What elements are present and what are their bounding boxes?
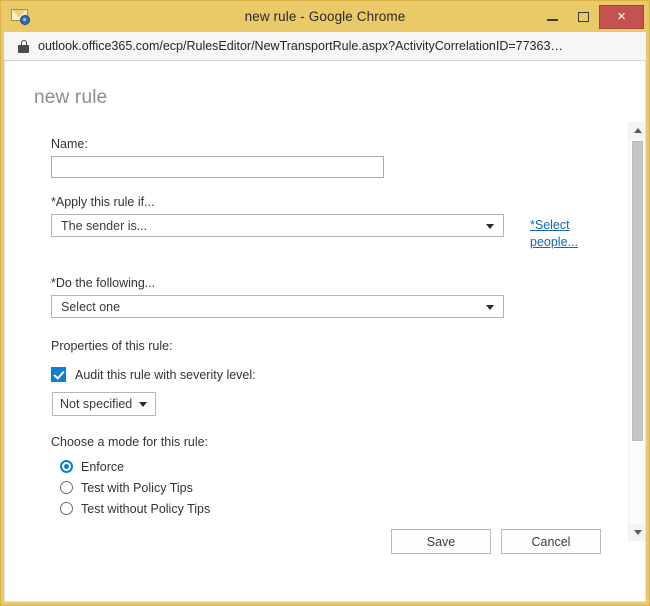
title-bar: new rule - Google Chrome × — [1, 1, 649, 32]
do-following-group: *Do the following... Select one — [51, 276, 619, 318]
chevron-down-icon — [486, 304, 494, 310]
address-bar-container: outlook.office365.com/ecp/RulesEditor/Ne… — [1, 32, 649, 61]
mode-radio-group: Enforce Test with Policy Tips Test witho… — [51, 456, 619, 519]
browser-window: new rule - Google Chrome × outlook.offic… — [0, 0, 650, 606]
mode-option-label[interactable]: Enforce — [81, 460, 124, 474]
radio-test-without-policy-tips[interactable] — [60, 502, 73, 515]
close-icon: × — [617, 8, 626, 25]
do-following-selected-value: Select one — [61, 299, 121, 314]
name-field-group: Name: — [51, 137, 619, 178]
chevron-down-icon — [139, 402, 147, 407]
mode-option-label[interactable]: Test without Policy Tips — [81, 502, 210, 516]
cancel-button[interactable]: Cancel — [501, 529, 601, 554]
severity-level-select[interactable]: Not specified — [52, 392, 156, 416]
severity-level-selected-value: Not specified — [60, 397, 133, 411]
scrollbar-track[interactable] — [629, 139, 645, 524]
window-controls: × — [537, 1, 649, 32]
audit-checkbox-label[interactable]: Audit this rule with severity level: — [75, 368, 256, 382]
do-following-label: *Do the following... — [51, 276, 156, 290]
mode-option-test-with-policy-tips[interactable]: Test with Policy Tips — [60, 477, 619, 498]
scroll-down-button[interactable] — [629, 524, 645, 541]
page-content: new rule Name: *Apply this rule if... Th… — [4, 61, 646, 602]
properties-group: Properties of this rule: Audit this rule… — [51, 339, 619, 416]
mode-option-enforce[interactable]: Enforce — [60, 456, 619, 477]
mail-rule-icon — [11, 7, 31, 26]
maximize-button[interactable] — [568, 1, 599, 32]
save-button[interactable]: Save — [391, 529, 491, 554]
page-viewport: new rule Name: *Apply this rule if... Th… — [1, 61, 649, 605]
select-people-link[interactable]: *Select people... — [530, 214, 586, 251]
maximize-icon — [578, 11, 589, 22]
mode-group: Choose a mode for this rule: Enforce Tes… — [51, 435, 619, 519]
do-following-select[interactable]: Select one — [51, 295, 504, 318]
name-label: Name: — [51, 137, 88, 151]
triangle-down-icon — [633, 530, 642, 535]
scroll-up-button[interactable] — [629, 122, 645, 139]
audit-checkbox-row: Audit this rule with severity level: — [51, 367, 619, 382]
vertical-scrollbar[interactable] — [628, 122, 645, 541]
page-title: new rule — [34, 87, 108, 108]
address-bar[interactable]: outlook.office365.com/ecp/RulesEditor/Ne… — [4, 32, 646, 61]
mode-label: Choose a mode for this rule: — [51, 435, 209, 449]
mode-option-test-without-policy-tips[interactable]: Test without Policy Tips — [60, 498, 619, 519]
apply-rule-selected-value: The sender is... — [61, 218, 148, 233]
properties-label: Properties of this rule: — [51, 339, 173, 353]
apply-rule-group: *Apply this rule if... The sender is... … — [51, 195, 619, 251]
minimize-button[interactable] — [537, 1, 568, 32]
audit-checkbox[interactable] — [51, 367, 66, 382]
apply-rule-select[interactable]: The sender is... — [51, 214, 504, 237]
radio-test-with-policy-tips[interactable] — [60, 481, 73, 494]
minimize-icon — [547, 19, 558, 21]
lock-icon — [18, 39, 29, 53]
url-text: outlook.office365.com/ecp/RulesEditor/Ne… — [38, 39, 563, 53]
scrollbar-thumb[interactable] — [632, 141, 643, 441]
mode-option-label[interactable]: Test with Policy Tips — [81, 481, 193, 495]
chevron-down-icon — [486, 223, 494, 229]
form-actions: Save Cancel — [391, 529, 601, 554]
apply-rule-label: *Apply this rule if... — [51, 195, 155, 209]
radio-enforce[interactable] — [60, 460, 73, 473]
triangle-up-icon — [633, 128, 642, 133]
close-button[interactable]: × — [599, 4, 644, 29]
name-input[interactable] — [51, 156, 384, 178]
